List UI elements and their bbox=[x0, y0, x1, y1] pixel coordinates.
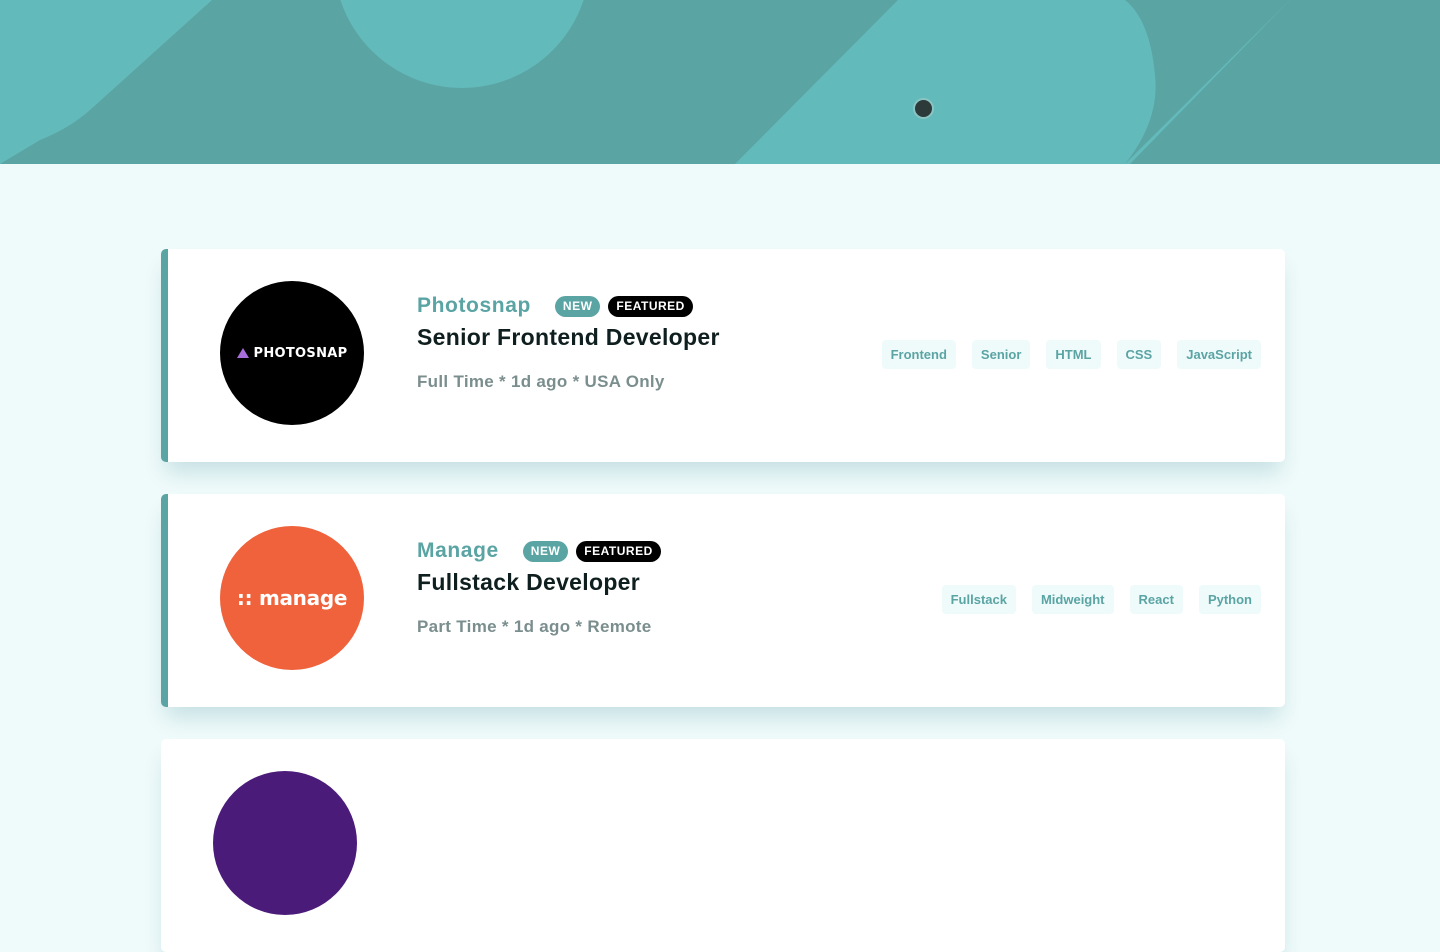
tag-frontend[interactable]: Frontend bbox=[881, 340, 956, 369]
new-badge: NEW bbox=[522, 540, 569, 562]
job-card-manage[interactable]: :: manage Manage NEW FEATURED Fullstack … bbox=[161, 494, 1285, 707]
triangle-icon bbox=[236, 347, 249, 358]
job-position[interactable]: Senior Frontend Developer bbox=[417, 324, 720, 351]
job-card-partial[interactable] bbox=[161, 739, 1285, 952]
company-logo bbox=[213, 771, 357, 915]
job-info: Photosnap NEW FEATURED Senior Frontend D… bbox=[417, 293, 720, 392]
company-name[interactable]: Manage bbox=[417, 539, 499, 563]
tag-fullstack[interactable]: Fullstack bbox=[941, 585, 1016, 614]
job-position[interactable]: Fullstack Developer bbox=[417, 569, 661, 596]
company-row: Manage NEW FEATURED bbox=[417, 538, 661, 564]
tag-javascript[interactable]: JavaScript bbox=[1177, 340, 1261, 369]
tag-list: Fullstack Midweight React Python bbox=[941, 585, 1261, 614]
tag-python[interactable]: Python bbox=[1198, 585, 1261, 614]
tag-react[interactable]: React bbox=[1129, 585, 1183, 614]
company-logo-photosnap: PHOTOSNAP bbox=[220, 281, 364, 425]
job-card-photosnap[interactable]: PHOTOSNAP Photosnap NEW FEATURED Senior … bbox=[161, 249, 1285, 462]
job-info: Manage NEW FEATURED Fullstack Developer … bbox=[417, 538, 661, 637]
header-pattern bbox=[0, 0, 1440, 164]
new-badge: NEW bbox=[554, 295, 601, 317]
tag-html[interactable]: HTML bbox=[1046, 340, 1101, 369]
company-logo-manage: :: manage bbox=[220, 526, 364, 670]
logo-text: PHOTOSNAP bbox=[253, 345, 348, 361]
job-meta: Part Time * 1d ago * Remote bbox=[417, 617, 652, 636]
tag-senior[interactable]: Senior bbox=[971, 340, 1031, 369]
tag-css[interactable]: CSS bbox=[1116, 340, 1162, 369]
job-meta: Full Time * 1d ago * USA Only bbox=[417, 372, 665, 391]
tag-list: Frontend Senior HTML CSS JavaScript bbox=[881, 340, 1261, 369]
company-name[interactable]: Photosnap bbox=[417, 294, 531, 318]
featured-badge: FEATURED bbox=[576, 540, 661, 562]
header-dot bbox=[913, 98, 934, 119]
company-row: Photosnap NEW FEATURED bbox=[417, 293, 720, 319]
featured-badge: FEATURED bbox=[608, 295, 693, 317]
logo-text: :: manage bbox=[236, 586, 348, 610]
header-banner bbox=[0, 0, 1440, 164]
tag-midweight[interactable]: Midweight bbox=[1031, 585, 1114, 614]
